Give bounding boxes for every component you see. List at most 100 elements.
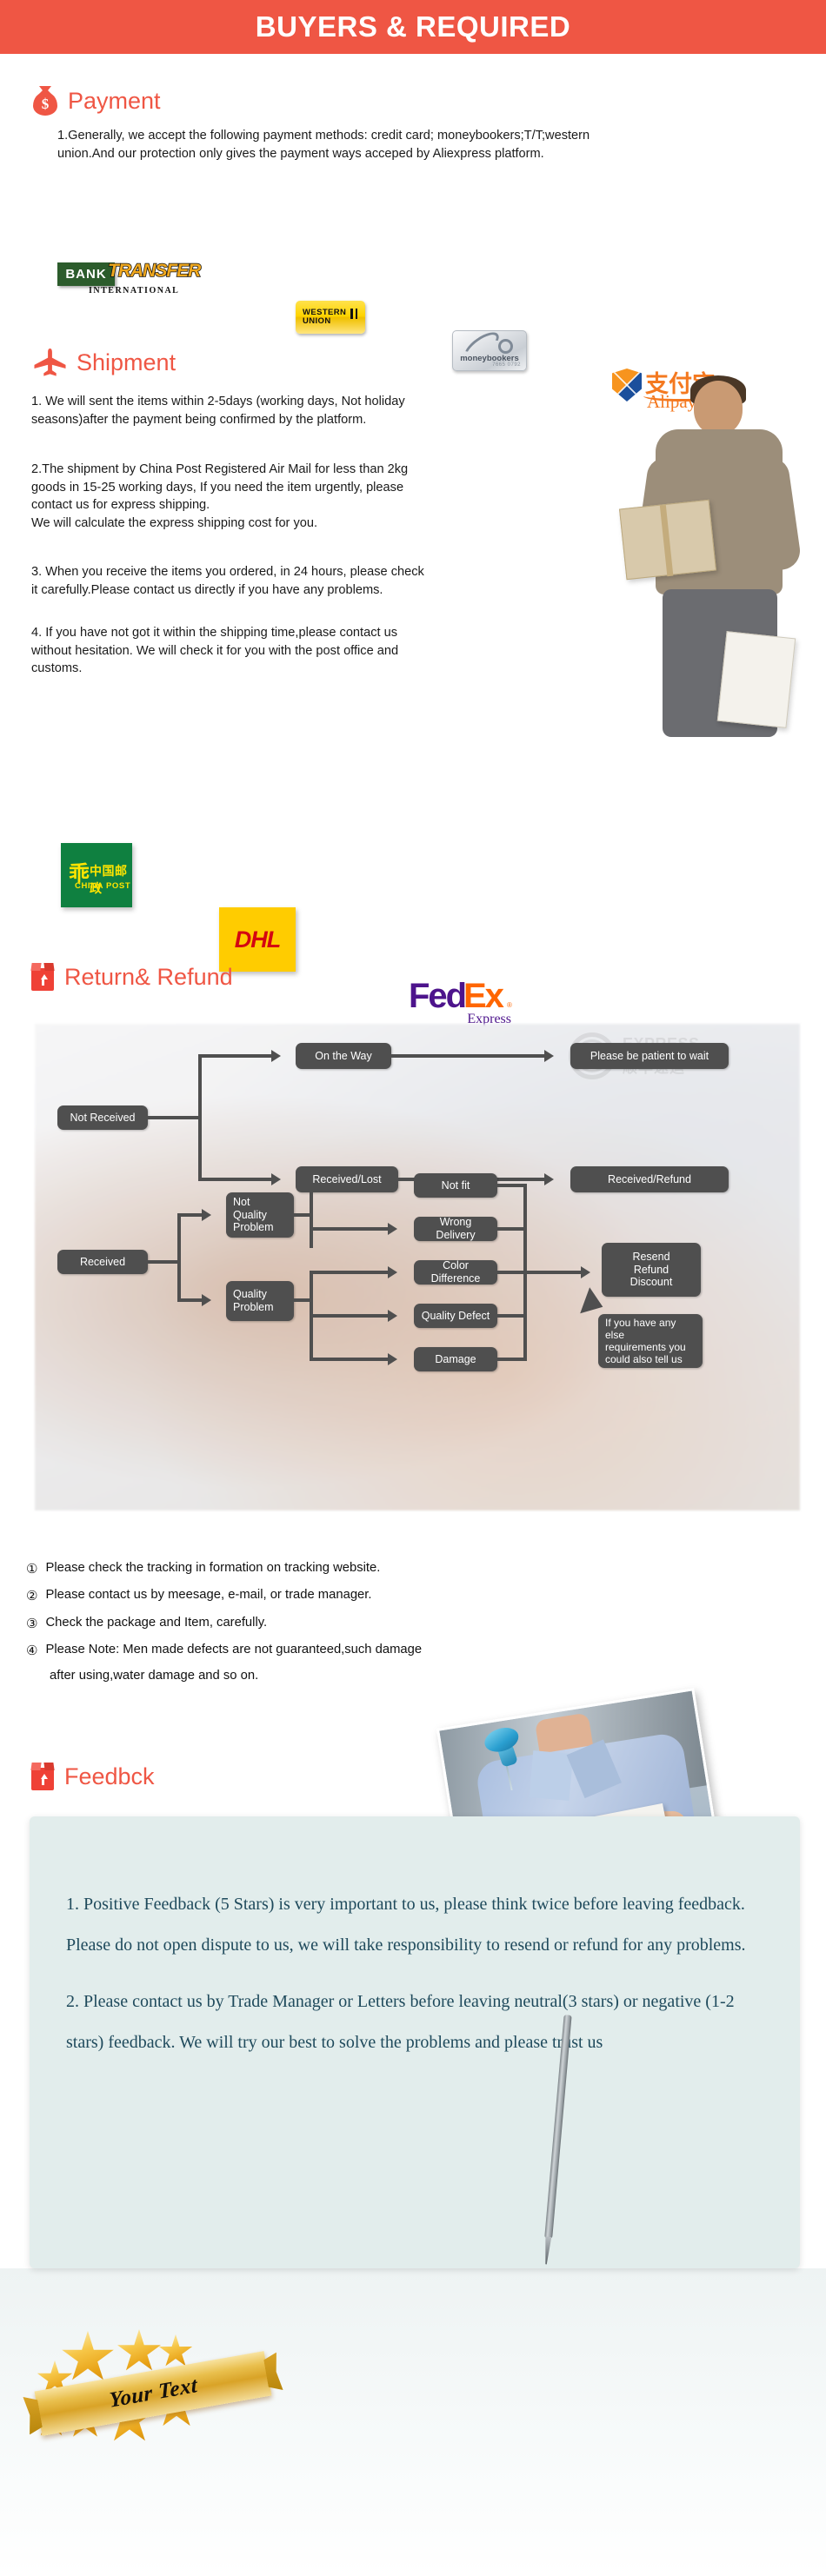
shipment-paragraph-4: 4. If you have not got it within the shi… xyxy=(31,626,399,676)
flow-line xyxy=(177,1213,202,1217)
flow-line xyxy=(310,1227,388,1231)
flow-line xyxy=(310,1184,313,1248)
note-text-1: Please check the tracking in formation o… xyxy=(45,1561,381,1575)
dhl-label: DHL xyxy=(234,926,281,953)
flow-line xyxy=(198,1054,271,1058)
return-box-icon xyxy=(30,963,56,991)
moneybookers-logo: moneybookers 7665 0792 xyxy=(452,330,527,371)
flow-line xyxy=(497,1358,527,1361)
bank-transfer-line2: TRANSFER xyxy=(107,260,202,282)
note-bullet-2: ② xyxy=(26,1588,38,1604)
flow-line xyxy=(497,1314,527,1318)
star-icon xyxy=(117,2329,161,2371)
payment-heading-label: Payment xyxy=(68,87,161,114)
flow-arrow-icon xyxy=(388,1223,397,1235)
page-title: BUYERS & REQUIRED xyxy=(255,10,571,43)
note-bullet-1: ① xyxy=(26,1561,38,1577)
flow-node-damage: Damage xyxy=(414,1347,497,1371)
badge-ribbon-label: Your Text xyxy=(108,2374,198,2413)
flow-line xyxy=(310,1271,388,1274)
flow-node-quality-defect: Quality Defect xyxy=(414,1304,497,1328)
moneybookers-ring-icon xyxy=(498,339,513,354)
flow-node-please-wait: Please be patient to wait xyxy=(570,1043,729,1069)
flow-node-callout: If you have any else requirements you co… xyxy=(598,1314,703,1368)
flow-line xyxy=(177,1298,202,1302)
china-post-en-label: CHINA POST xyxy=(75,881,131,891)
bank-transfer-logo: BANK TRANSFER INTERNATIONAL xyxy=(57,260,202,299)
list-item: ① Please check the tracking in formation… xyxy=(26,1560,809,1577)
flow-arrow-icon xyxy=(202,1294,211,1306)
shipment-heading-label: Shipment xyxy=(77,349,177,375)
return-notes-list: ① Please check the tracking in formation… xyxy=(26,1560,809,1683)
airplane-icon xyxy=(33,348,68,377)
flow-line xyxy=(497,1227,527,1231)
shipment-section-heading: Shipment xyxy=(33,348,176,377)
flow-line xyxy=(310,1184,388,1187)
note-text-4: Please Note: Men made defects are not gu… xyxy=(45,1642,423,1656)
flow-line xyxy=(310,1314,388,1318)
flow-line xyxy=(148,1116,202,1119)
clipboard-icon xyxy=(716,631,796,728)
return-heading-label: Return& Refund xyxy=(64,963,233,990)
list-item: ④ Please Note: Men made defects are not … xyxy=(26,1642,809,1659)
feedback-section-heading: Feedbck xyxy=(30,1763,155,1790)
shipment-paragraph-3: 3. When you receive the items you ordere… xyxy=(31,565,424,597)
flow-line xyxy=(497,1271,527,1274)
bank-transfer-line1: BANK xyxy=(65,267,107,282)
flow-node-wrong-delivery: Wrong Delivery xyxy=(414,1216,497,1241)
flow-line xyxy=(310,1358,388,1361)
page-header: BUYERS & REQUIRED xyxy=(0,0,826,54)
flow-node-received: Received xyxy=(57,1250,148,1274)
payment-logos: BANK TRANSFER INTERNATIONAL WESTERN UNIO… xyxy=(0,252,826,412)
flow-line xyxy=(198,1054,202,1180)
flow-line xyxy=(148,1260,181,1264)
list-item: ② Please contact us by meesage, e-mail, … xyxy=(26,1587,809,1604)
flow-line xyxy=(523,1271,581,1274)
flow-node-quality-problem: Quality Problem xyxy=(226,1281,294,1321)
flow-arrow-icon xyxy=(271,1173,281,1185)
flow-arrow-icon xyxy=(388,1353,397,1365)
return-flowchart: Not Received On the Way Please be patien… xyxy=(0,999,826,1521)
your-text-star-badge: Your Text xyxy=(31,2329,283,2449)
flow-node-not-fit: Not fit xyxy=(414,1173,497,1198)
flow-arrow-icon xyxy=(202,1209,211,1221)
feedback-text-block: 1. Positive Feedback (5 Stars) is very i… xyxy=(66,1884,753,2079)
list-item: ③ Check the package and Item, carefully. xyxy=(26,1615,809,1632)
flow-node-received-refund: Received/Refund xyxy=(570,1166,729,1192)
courier-photo xyxy=(610,374,819,739)
payment-paragraph: 1.Generally, we accept the following pay… xyxy=(57,129,590,161)
badge-ribbon: Your Text xyxy=(34,2351,272,2436)
note-bullet-4: ④ xyxy=(26,1642,38,1658)
payment-section-heading: $ Payment xyxy=(31,85,161,116)
flow-node-on-the-way: On the Way xyxy=(296,1043,391,1069)
note-bullet-3: ③ xyxy=(26,1615,38,1631)
note-text-2: Please contact us by meesage, e-mail, or… xyxy=(45,1588,372,1603)
return-section-heading: Return& Refund xyxy=(30,963,233,991)
moneybookers-card-number: 7665 0792 xyxy=(492,362,521,368)
flow-node-not-quality-problem: Not Quality Problem xyxy=(226,1192,294,1238)
feedback-box-icon xyxy=(30,1763,56,1790)
bank-transfer-line3: INTERNATIONAL xyxy=(89,286,180,295)
parcel-box-icon xyxy=(618,499,717,581)
flow-node-resend-refund-discount: Resend Refund Discount xyxy=(602,1243,701,1297)
flow-node-color-difference: Color Difference xyxy=(414,1259,497,1285)
flow-arrow-icon xyxy=(388,1310,397,1322)
flow-line xyxy=(391,1054,544,1058)
flow-arrow-icon xyxy=(271,1050,281,1062)
china-post-logo: 乖 中国邮政 CHINA POST xyxy=(61,843,132,907)
star-icon xyxy=(62,2331,114,2380)
flow-line xyxy=(177,1213,181,1302)
flow-arrow-icon xyxy=(544,1050,554,1062)
feedback-paragraph-2: 2. Please contact us by Trade Manager or… xyxy=(66,1992,735,2052)
money-bag-icon: $ xyxy=(31,85,59,116)
western-union-bars-icon xyxy=(350,309,357,319)
note-text-3: Check the package and Item, carefully. xyxy=(45,1615,268,1630)
flow-arrow-icon xyxy=(544,1173,554,1185)
flow-arrow-icon xyxy=(388,1179,397,1192)
flow-line xyxy=(198,1178,271,1181)
shipment-paragraph-1: 1. We will sent the items within 2-5days… xyxy=(31,395,405,427)
carrier-logos: 乖 中国邮政 CHINA POST DHL Fed Ex ® Express S… xyxy=(0,841,826,1079)
note-text-4-continued: after using,water damage and so on. xyxy=(50,1669,259,1683)
flow-line xyxy=(497,1184,527,1187)
flow-arrow-icon xyxy=(388,1266,397,1278)
